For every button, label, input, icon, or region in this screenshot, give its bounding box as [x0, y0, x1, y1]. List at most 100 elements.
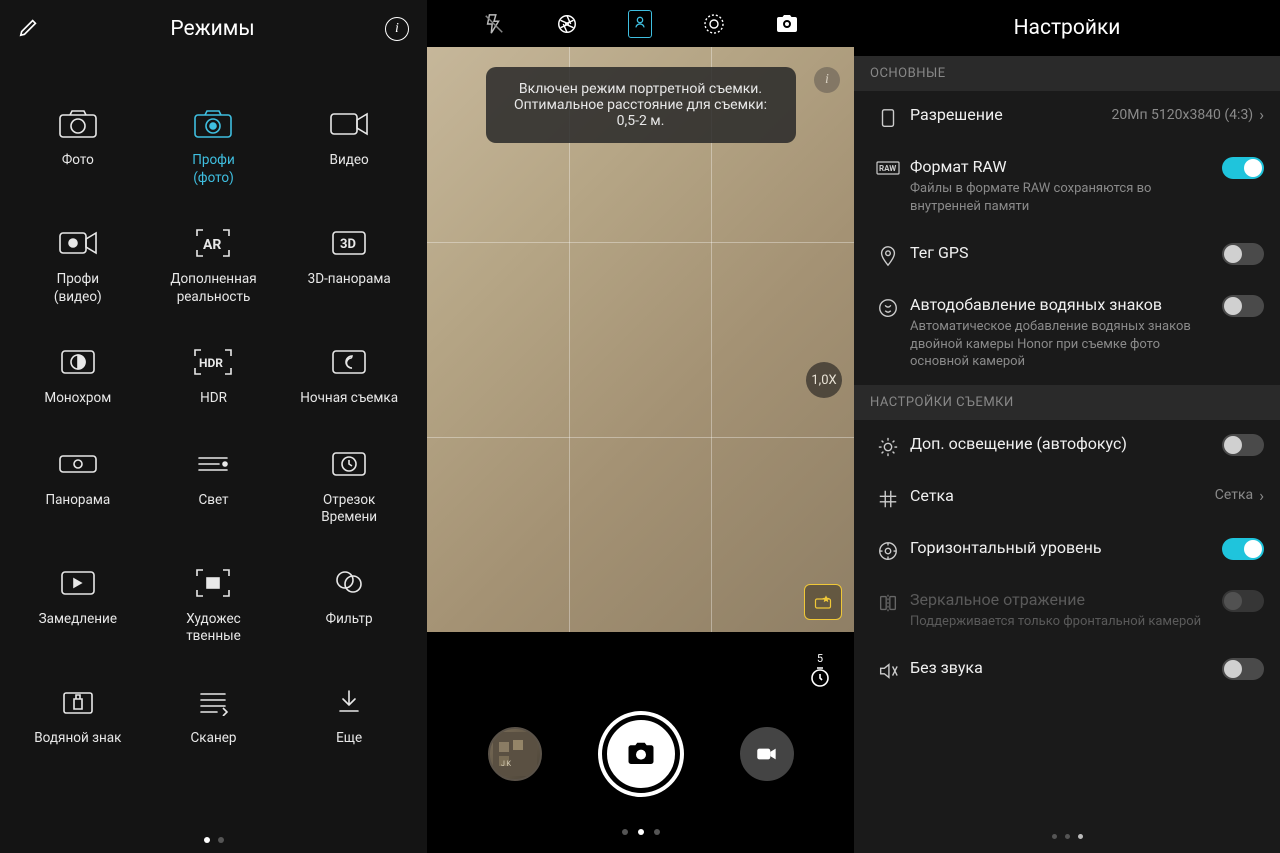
watermark-setting-icon — [866, 295, 910, 319]
mode-label: Профи(видео) — [54, 271, 102, 306]
setting-gps[interactable]: Тег GPS — [854, 229, 1280, 281]
viewfinder[interactable]: Включен режим портретной съемки. Оптимал… — [427, 47, 854, 632]
mode-scanner[interactable]: Сканер — [146, 686, 282, 748]
settings-page-dots — [854, 834, 1280, 839]
toggle-watermark[interactable] — [1222, 295, 1264, 317]
page-dot[interactable] — [1065, 834, 1070, 839]
resolution-icon — [866, 105, 910, 129]
page-dot[interactable] — [638, 829, 644, 835]
setting-title: Сетка — [910, 486, 1215, 505]
grid-icon — [866, 486, 910, 510]
ar-icon: AR — [192, 227, 234, 259]
setting-watermark[interactable]: Автодобавление водяных знаков Автоматичес… — [854, 281, 1280, 385]
setting-value: Сетка — [1215, 487, 1253, 503]
mode-more[interactable]: Еще — [281, 686, 417, 748]
setting-af-assist[interactable]: Доп. освещение (автофокус) — [854, 420, 1280, 472]
page-dot[interactable] — [218, 837, 224, 843]
setting-title: Без звука — [910, 658, 1222, 677]
mode-label: 3D-панорама — [308, 271, 391, 289]
slowmo-icon — [57, 567, 99, 599]
mute-icon — [866, 658, 910, 682]
mode-timelapse[interactable]: ОтрезокВремени — [281, 448, 417, 527]
mode-filter[interactable]: Фильтр — [281, 567, 417, 646]
wide-aperture-icon[interactable] — [701, 11, 727, 37]
level-icon — [866, 538, 910, 562]
mode-3d-pano[interactable]: 3D 3D-панорама — [281, 227, 417, 306]
aperture-icon[interactable] — [554, 11, 580, 37]
toggle-af-assist[interactable] — [1222, 434, 1264, 456]
svg-text:3D: 3D — [340, 237, 356, 252]
effect-button[interactable] — [804, 584, 842, 620]
mode-photo[interactable]: Фото — [10, 108, 146, 187]
setting-resolution[interactable]: Разрешение20Мп 5120x3840 (4:3)› — [854, 91, 1280, 143]
camera-page-dots — [427, 829, 854, 835]
edit-icon[interactable] — [18, 16, 40, 42]
switch-camera-icon[interactable] — [774, 11, 800, 37]
mode-panorama[interactable]: Панорама — [10, 448, 146, 527]
settings-panel: Настройки ОСНОВНЫЕРазрешение20Мп 5120x38… — [854, 0, 1280, 853]
portrait-mode-icon[interactable] — [627, 11, 653, 37]
setting-horizon[interactable]: Горизонтальный уровень — [854, 524, 1280, 576]
mode-hdr[interactable]: HDRHDR — [146, 346, 282, 408]
setting-raw[interactable]: RAW Формат RAW Файлы в формате RAW сохраня… — [854, 143, 1280, 229]
mode-pro-photo[interactable]: Профи(фото) — [146, 108, 282, 187]
mode-label: ОтрезокВремени — [321, 492, 377, 527]
page-dot[interactable] — [204, 837, 210, 843]
mode-night[interactable]: Ночная съемка — [281, 346, 417, 408]
mode-monochrome[interactable]: Монохром — [10, 346, 146, 408]
mode-video[interactable]: Видео — [281, 108, 417, 187]
page-dot[interactable] — [1052, 834, 1057, 839]
toggle-raw[interactable] — [1222, 157, 1264, 179]
mode-pro-video[interactable]: Профи(видео) — [10, 227, 146, 306]
setting-grid[interactable]: СеткаСетка› — [854, 472, 1280, 524]
artistic-icon — [192, 567, 234, 599]
viewfinder-info-icon[interactable]: i — [814, 67, 840, 93]
raw-icon: RAW — [866, 157, 910, 177]
toggle-horizon[interactable] — [1222, 538, 1264, 560]
mode-ar[interactable]: ARДополненнаяреальность — [146, 227, 282, 306]
filter-icon — [328, 567, 370, 599]
toggle-mirror — [1222, 590, 1264, 612]
camera-panel: Включен режим портретной съемки. Оптимал… — [427, 0, 854, 853]
mode-label: Фильтр — [326, 611, 373, 629]
setting-title: Тег GPS — [910, 243, 1222, 262]
mirror-icon — [866, 590, 910, 614]
contrast-icon — [57, 346, 99, 378]
setting-subtitle: Автоматическое добавление водяных знаков… — [910, 318, 1222, 371]
download-icon — [328, 686, 370, 718]
toggle-gps[interactable] — [1222, 243, 1264, 265]
camera-bottom-bar: 5 J K — [427, 632, 854, 853]
mode-slowmo[interactable]: Замедление — [10, 567, 146, 646]
3d-icon: 3D — [328, 227, 370, 259]
section-header: ОСНОВНЫЕ — [854, 56, 1280, 91]
hdr-icon: HDR — [192, 346, 234, 378]
mode-watermark[interactable]: Водяной знак — [10, 686, 146, 748]
flash-off-icon[interactable] — [481, 11, 507, 37]
mode-label: Свет — [198, 492, 228, 510]
page-dot[interactable] — [1078, 834, 1083, 839]
svg-text:RAW: RAW — [879, 164, 896, 173]
mode-label: Замедление — [39, 611, 117, 629]
scanner-icon — [192, 686, 234, 718]
camera-pro-icon — [192, 108, 234, 140]
info-icon[interactable]: i — [385, 17, 409, 41]
shutter-button[interactable] — [602, 715, 680, 793]
setting-mute[interactable]: Без звука — [854, 644, 1280, 696]
toggle-mute[interactable] — [1222, 658, 1264, 680]
video-button[interactable] — [740, 727, 794, 781]
setting-subtitle: Файлы в формате RAW сохраняются во внутр… — [910, 180, 1222, 215]
mode-artistic[interactable]: Художественные — [146, 567, 282, 646]
setting-title: Автодобавление водяных знаков — [910, 295, 1222, 314]
page-dot[interactable] — [622, 829, 628, 835]
settings-title: Настройки — [854, 0, 1280, 56]
page-dot[interactable] — [654, 829, 660, 835]
zoom-button[interactable]: 1,0X — [806, 362, 842, 398]
setting-title: Формат RAW — [910, 157, 1222, 176]
gallery-thumbnail[interactable]: J K — [488, 727, 542, 781]
timer-button[interactable]: 5 — [808, 652, 832, 689]
modes-title: Режимы — [170, 17, 254, 41]
setting-title: Зеркальное отражение — [910, 590, 1222, 609]
modes-panel: Режимы i ФотоПрофи(фото)Видео Профи(видео… — [0, 0, 427, 853]
mode-light[interactable]: Свет — [146, 448, 282, 527]
modes-page-dots — [0, 837, 427, 843]
